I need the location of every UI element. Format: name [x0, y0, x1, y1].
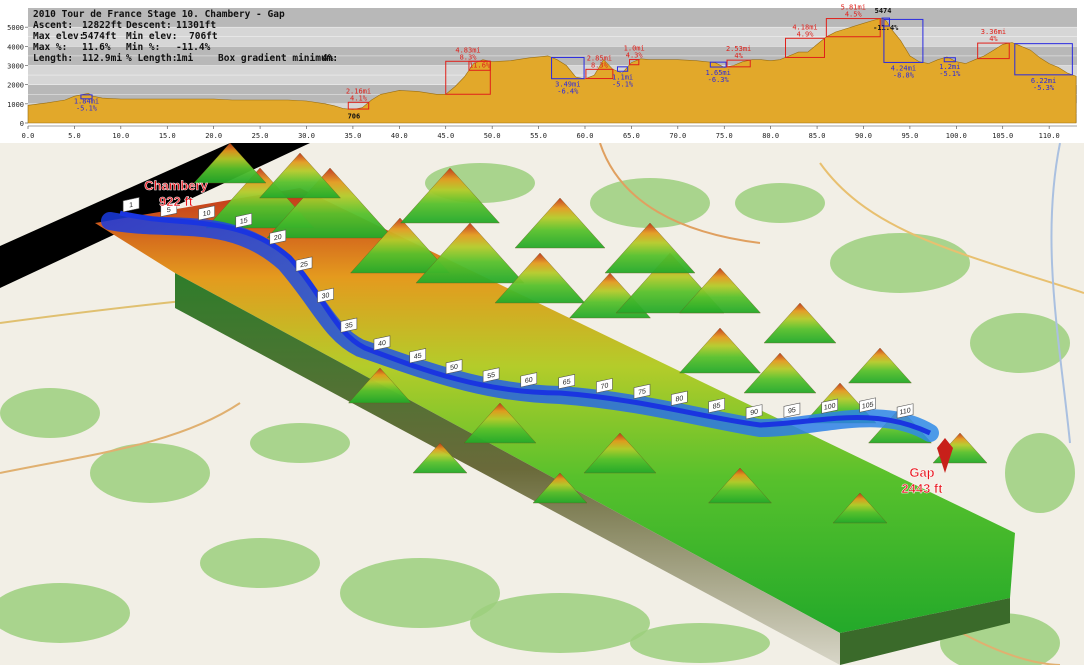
x-tick-label: 105.0: [992, 132, 1013, 140]
maxelev-label: Max elev:: [33, 31, 84, 42]
minelev-label: Min elev:: [126, 31, 177, 42]
x-tick-label: 70.0: [669, 132, 686, 140]
forest-area: [1005, 433, 1075, 513]
maxelev-value: 5474ft: [82, 31, 116, 42]
descent-grade-label: -6.3%: [708, 76, 730, 84]
terrain-map-view: 15 1015202530354045505560 65 7075808590 95 10…: [0, 143, 1084, 665]
y-tick-label: 0: [20, 120, 24, 128]
end-city-label: Gap: [909, 465, 934, 480]
x-tick-label: 10.0: [112, 132, 129, 140]
climb-grade-label: 4%: [989, 35, 998, 43]
stage-title: 2010 Tour de France Stage 10. Chambery -…: [33, 9, 285, 20]
ascent-label: Ascent:: [33, 20, 73, 31]
y-tick-label: 2000: [7, 82, 24, 90]
forest-area: [470, 593, 650, 653]
boxgrad-value: 4%: [322, 53, 334, 64]
pctlen-label: % Length:: [126, 53, 177, 64]
x-tick-label: 30.0: [298, 132, 315, 140]
descent-grade-label: -5.3%: [1033, 84, 1055, 92]
x-tick-label: 80.0: [762, 132, 779, 140]
forest-area: [200, 538, 320, 588]
y-tick-label: 5000: [7, 24, 24, 32]
climb-grade-label: 4.9%: [797, 30, 815, 38]
elevation-profile-chart: 1.84mi-5.1%2.16mi4.1%4.83mi8.3%11.6%3.49…: [7, 4, 1077, 140]
x-tick-label: 0.0: [22, 132, 35, 140]
x-tick-label: 20.0: [205, 132, 222, 140]
descent-grade-label: -5.1%: [76, 105, 98, 113]
end-elev-label: 2443 ft: [901, 481, 943, 496]
x-tick-label: 75.0: [716, 132, 733, 140]
start-city-label: Chambery: [144, 178, 208, 193]
climb-grade-label: 4.1%: [350, 94, 368, 102]
y-tick-label: 4000: [7, 43, 24, 51]
x-tick-label: 95.0: [901, 132, 918, 140]
maxpct-value: 11.6%: [82, 42, 111, 53]
climb-grade-label: 8.3%: [591, 61, 609, 69]
y-tick-label: 3000: [7, 63, 24, 71]
descent-max-label: -11.4%: [873, 24, 899, 32]
point-label: 5474: [875, 7, 892, 15]
descent-value: 11301ft: [176, 20, 216, 31]
length-value: 112.9mi: [82, 53, 122, 64]
descent-grade-label: -5.1%: [939, 70, 961, 78]
x-tick-label: 65.0: [623, 132, 640, 140]
climb-grade-label: 4.3%: [626, 52, 644, 60]
ascent-value: 12822ft: [82, 20, 122, 31]
x-tick-label: 5.0: [68, 132, 81, 140]
length-label: Length:: [33, 53, 73, 64]
pctlen-value: 1mi: [176, 53, 193, 64]
x-tick-label: 25.0: [252, 132, 269, 140]
x-tick-label: 85.0: [809, 132, 826, 140]
x-tick-label: 15.0: [159, 132, 176, 140]
climb-grade-label: 8.3%: [460, 53, 478, 61]
minelev-value: 706ft: [189, 31, 218, 42]
climb-grade-label: 4.5%: [845, 11, 863, 19]
y-tick-label: 1000: [7, 101, 24, 109]
climb-max-label: 11.6%: [469, 61, 491, 69]
start-elev-label: 922 ft: [159, 194, 194, 209]
forest-area: [630, 623, 770, 663]
x-tick-label: 35.0: [344, 132, 361, 140]
point-label: 706: [348, 112, 361, 120]
boxgrad-label: Box gradient minimum:: [218, 53, 338, 64]
forest-area: [250, 423, 350, 463]
x-tick-label: 40.0: [391, 132, 408, 140]
x-axis-ticks: 0.0 5.0 10.0 15.0 20.0 25.0 30.0 35.0 40.0 45.0 50…: [22, 125, 1077, 140]
x-tick-label: 55.0: [530, 132, 547, 140]
y-axis-ticks: 0 1000 2000 3000 4000 5000: [7, 24, 28, 128]
maxpct-label: Max %:: [33, 42, 67, 53]
x-tick-label: 60.0: [577, 132, 594, 140]
distance-marker-label: 1: [129, 202, 133, 210]
descent-grade-label: -6.4%: [557, 88, 579, 96]
descent-grade-label: -8.8%: [893, 71, 915, 79]
minpct-value: -11.4%: [176, 42, 211, 53]
climb-grade-label: 4%: [734, 52, 743, 60]
x-tick-label: 50.0: [484, 132, 501, 140]
descent-grade-label: -5.1%: [612, 80, 634, 88]
x-tick-label: 100.0: [946, 132, 967, 140]
x-tick-label: 90.0: [855, 132, 872, 140]
descent-label: Descent:: [126, 20, 172, 31]
x-tick-label: 45.0: [437, 132, 454, 140]
x-tick-label: 110.0: [1039, 132, 1060, 140]
minpct-label: Min %:: [126, 42, 160, 53]
